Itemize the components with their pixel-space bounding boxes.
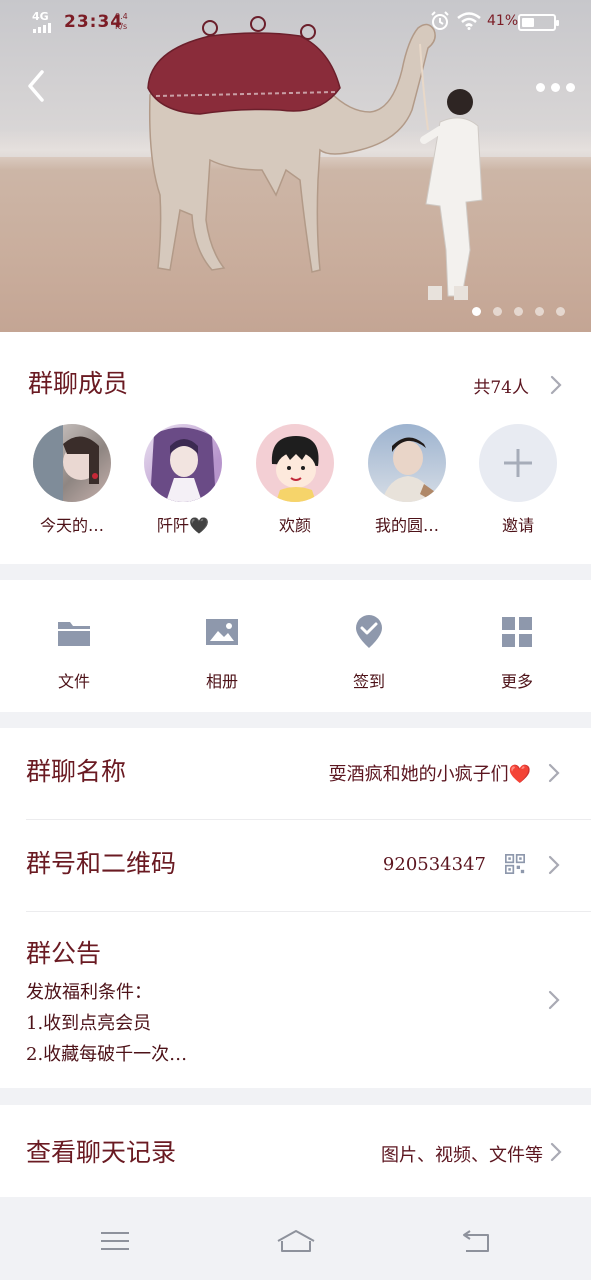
plus-glyph (504, 449, 532, 477)
chat-history-label: 查看聊天记录 (26, 1138, 177, 1167)
system-nav-bar (0, 1197, 591, 1280)
carousel-dot[interactable] (493, 307, 502, 316)
notice-line: 发放福利条件： (26, 982, 152, 1003)
group-info-section: 群聊名称 耍酒疯和她的小疯子们❤️ 群号和二维码 920534347 群公告 发… (0, 728, 591, 1088)
members-title: 群聊成员 (28, 369, 129, 398)
camel-desert-photo (147, 16, 483, 300)
notice-line: 1.收到点亮会员 (26, 1013, 152, 1034)
carousel-dot[interactable] (535, 307, 544, 316)
network-speed: 0.4 K/s (115, 12, 128, 32)
member-name: 欢颜 (278, 516, 311, 535)
group-name-label: 群聊名称 (26, 757, 127, 786)
checkin-button[interactable]: 签到 (309, 614, 429, 692)
speed-value: 0.4 (115, 12, 128, 21)
chat-history-row[interactable]: 查看聊天记录 图片、视频、文件等 (0, 1105, 591, 1197)
avatar-girl-art (33, 424, 99, 502)
files-button[interactable]: 文件 (14, 614, 134, 692)
group-name-value[interactable]: 耍酒疯和她的小疯子们❤️ (329, 760, 531, 786)
avatar-cartoon-icon (256, 424, 334, 502)
member-name: 我的圆… (374, 516, 439, 535)
group-id-label: 群号和二维码 (26, 849, 177, 878)
avatar-anime-icon (144, 424, 222, 502)
member-item[interactable]: 欢颜 (245, 424, 345, 536)
files-label: 文件 (57, 672, 90, 691)
member-name: 阡阡🖤 (157, 516, 209, 535)
chat-history-value: 图片、视频、文件等 (381, 1145, 543, 1166)
notice-label: 群公告 (26, 939, 102, 968)
album-button[interactable]: 相册 (162, 614, 282, 692)
battery-level (522, 18, 535, 27)
member-count[interactable]: 共74人 (473, 373, 529, 398)
grid-icon (502, 617, 532, 647)
qr-code-icon[interactable] (503, 854, 527, 874)
signal-icon (33, 23, 51, 33)
chevron-left-icon[interactable] (22, 66, 52, 106)
avatar-cartoon-art (271, 436, 319, 502)
more-dots-icon[interactable] (536, 78, 578, 96)
more-button[interactable]: 更多 (457, 614, 577, 692)
status-bar: 4G 23:34 0.4 K/s 41% (0, 0, 591, 44)
speed-unit: K/s (115, 22, 128, 31)
avatar-boy-art (382, 437, 438, 502)
invite-button[interactable]: 邀请 (468, 424, 568, 536)
chevron-right-icon[interactable] (547, 762, 561, 784)
wifi-icon (457, 12, 481, 30)
back-icon[interactable] (458, 1227, 494, 1255)
notice-line: 2.收藏每破千一次… (26, 1044, 188, 1065)
chevron-right-icon[interactable] (547, 989, 561, 1011)
folder-icon (58, 622, 90, 646)
divider (26, 819, 591, 820)
chevron-right-icon[interactable] (549, 1141, 563, 1163)
home-icon[interactable] (276, 1227, 316, 1255)
member-name: 今天的… (39, 516, 104, 535)
group-cover-photo[interactable]: 4G 23:34 0.4 K/s 41% (0, 0, 591, 332)
divider (26, 911, 591, 912)
album-label: 相册 (205, 672, 238, 691)
battery-percent: 41% (487, 13, 519, 29)
alarm-icon (431, 11, 449, 30)
members-section: 群聊成员 共74人 今天的… 阡阡🖤 欢颜 我的圆… 邀请 (0, 332, 591, 564)
chevron-right-icon[interactable] (549, 374, 563, 396)
battery-icon (518, 14, 559, 31)
carousel-dot[interactable] (472, 307, 481, 316)
chevron-right-icon[interactable] (547, 854, 561, 876)
avatar-girl-icon (33, 424, 111, 502)
network-type: 4G (32, 10, 49, 23)
carousel-indicator (472, 307, 565, 316)
more-label: 更多 (500, 672, 533, 691)
group-id-value[interactable]: 920534347 (383, 854, 486, 875)
avatar-anime-art (150, 427, 216, 502)
plus-icon (479, 424, 557, 502)
menu-icon[interactable] (97, 1227, 133, 1255)
checkin-label: 签到 (352, 672, 385, 691)
tools-section: 文件 相册 签到 更多 (0, 580, 591, 712)
invite-label: 邀请 (501, 516, 534, 535)
member-item[interactable]: 今天的… (22, 424, 122, 536)
carousel-dot[interactable] (556, 307, 565, 316)
avatar-boy-icon (368, 424, 446, 502)
carousel-dot[interactable] (514, 307, 523, 316)
check-badge-icon (356, 615, 382, 648)
member-item[interactable]: 我的圆… (357, 424, 457, 536)
image-icon (206, 619, 238, 645)
member-item[interactable]: 阡阡🖤 (133, 424, 233, 536)
